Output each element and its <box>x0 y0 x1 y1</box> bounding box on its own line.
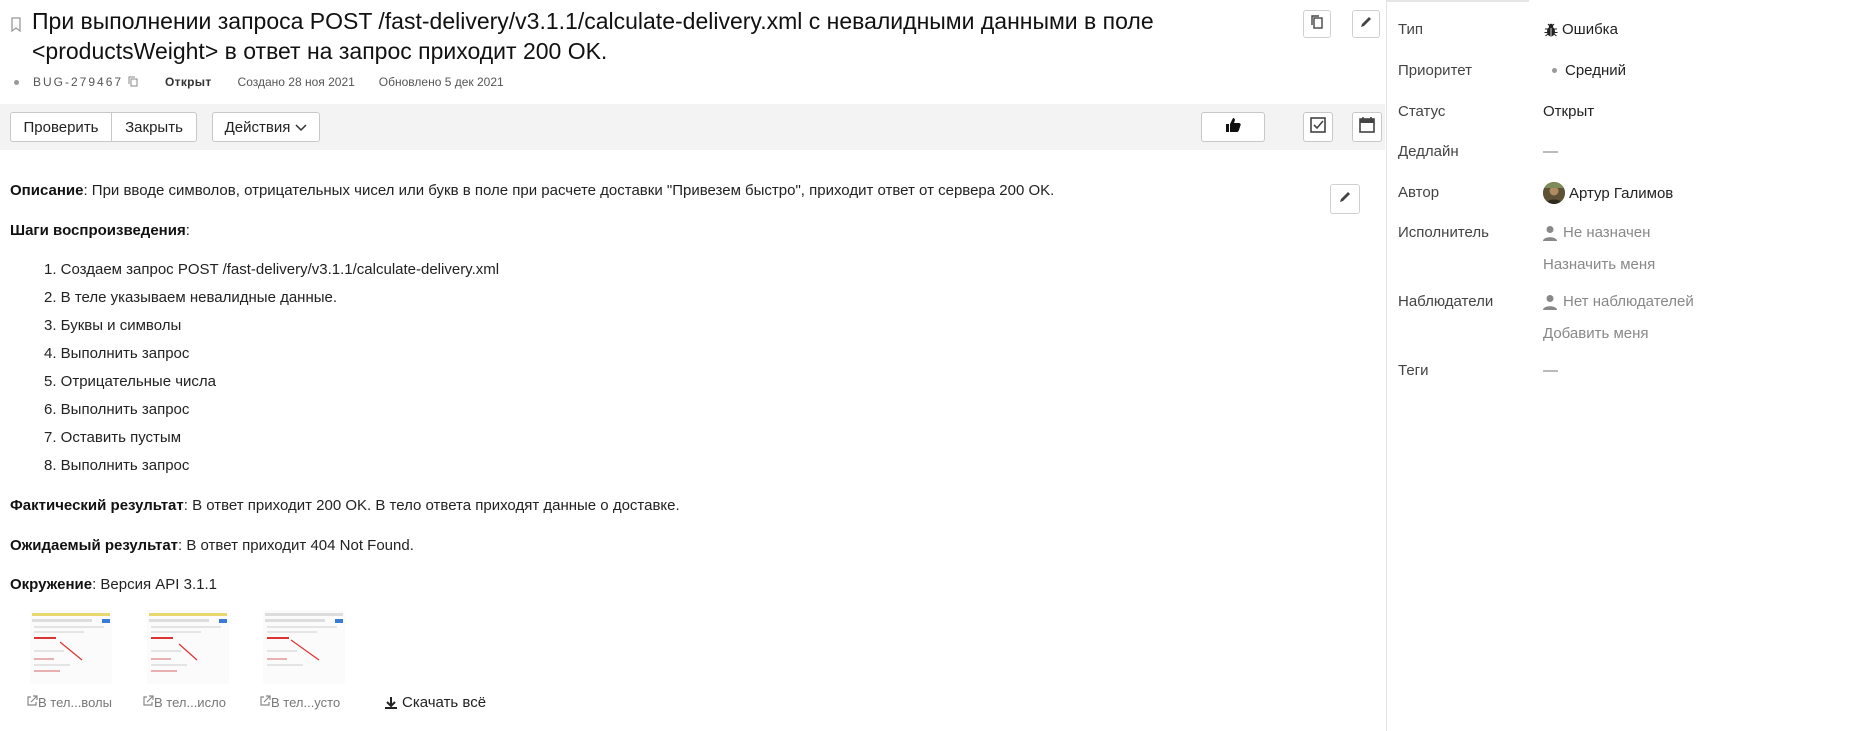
steps-heading: Шаги воспроизведения: <box>10 222 190 239</box>
steps-colon: : <box>185 222 190 239</box>
tags-value[interactable]: — <box>1543 362 1558 379</box>
check-button[interactable]: Проверить <box>10 112 112 142</box>
copy-icon <box>1309 14 1325 35</box>
updated-date: Обновлено 5 дек 2021 <box>378 75 504 89</box>
expected-text: : В ответ приходит 404 Not Found. <box>178 537 414 554</box>
edit-title-button[interactable] <box>1352 10 1380 38</box>
expected-label: Ожидаемый результат <box>10 537 179 554</box>
actual-result: Фактический результат: В ответ приходит … <box>10 497 680 514</box>
assignee-field[interactable]: Не назначен <box>1543 224 1650 241</box>
deadline-value[interactable]: — <box>1543 143 1558 160</box>
bookmark-icon[interactable] <box>10 17 22 33</box>
priority-label: Приоритет <box>1398 62 1472 79</box>
assign-me-link[interactable]: Назначить меня <box>1543 256 1655 273</box>
pencil-icon <box>1337 189 1353 210</box>
description-paragraph: Описание: При вводе символов, отрицатель… <box>10 182 1054 199</box>
issue-key[interactable]: BUG-279467 <box>33 75 123 89</box>
author-label: Автор <box>1398 184 1440 201</box>
list-item: 3. Буквы и символы <box>44 317 182 334</box>
issue-main: При выполнении запроса POST /fast-delive… <box>0 0 1385 731</box>
type-field[interactable]: Ошибка <box>1543 21 1618 38</box>
download-icon <box>384 696 398 710</box>
actual-text: : В ответ приходит 200 OK. В тело ответа… <box>183 497 680 514</box>
checkbox-icon <box>1309 116 1327 138</box>
priority-dot <box>14 79 19 85</box>
attachment-link[interactable]: В тел...волы <box>26 695 112 710</box>
priority-field[interactable]: Средний <box>1552 62 1626 79</box>
download-all-link[interactable]: Скачать всё <box>384 694 486 711</box>
list-item: 4. Выполнить запрос <box>44 345 190 362</box>
watchers-field[interactable]: Нет наблюдателей <box>1543 293 1694 310</box>
list-item: 6. Выполнить запрос <box>44 401 190 418</box>
external-link-icon <box>142 695 154 710</box>
steps-list: 1. Создаем запрос POST /fast-delivery/v3… <box>44 261 499 485</box>
download-all-label: Скачать всё <box>402 694 487 711</box>
external-link-icon <box>259 695 271 710</box>
priority-value: Средний <box>1565 62 1626 79</box>
actions-label: Действия <box>224 118 291 136</box>
assignee-label: Исполнитель <box>1398 224 1489 241</box>
expected-result: Ожидаемый результат: В ответ приходит 40… <box>10 537 414 554</box>
attachment-link[interactable]: В тел...исло <box>142 695 226 710</box>
close-button[interactable]: Закрыть <box>111 112 197 142</box>
actions-dropdown[interactable]: Действия <box>212 112 320 142</box>
watchers-value: Нет наблюдателей <box>1563 293 1694 310</box>
external-link-icon <box>26 695 38 710</box>
action-toolbar: Проверить Закрыть Действия <box>0 104 1385 150</box>
status-value[interactable]: Открыт <box>1543 103 1594 120</box>
description-label: Описание <box>10 182 84 199</box>
checklist-button[interactable] <box>1303 112 1333 142</box>
sidebar-tab-indicator <box>1387 0 1529 2</box>
author-value: Артур Галимов <box>1569 184 1674 202</box>
attachment-thumbnail[interactable] <box>30 610 112 684</box>
avatar <box>1543 182 1565 204</box>
issue-title: При выполнении запроса POST /fast-delive… <box>32 8 1154 64</box>
person-icon <box>1543 294 1557 310</box>
type-value: Ошибка <box>1562 21 1618 38</box>
status-label: Статус <box>1398 103 1446 120</box>
copy-icon[interactable] <box>127 76 139 88</box>
status-badge: Открыт <box>165 75 212 89</box>
edit-description-button[interactable] <box>1330 184 1360 214</box>
tags-label: Теги <box>1398 362 1429 379</box>
attachment-thumbnail[interactable] <box>147 610 229 684</box>
list-item: 2. В теле указываем невалидные данные. <box>44 289 338 306</box>
issue-meta: BUG-279467 Открыт Создано 28 ноя 2021 Об… <box>14 75 504 89</box>
copy-link-button[interactable] <box>1303 10 1331 38</box>
calendar-button[interactable] <box>1352 112 1382 142</box>
list-item: 5. Отрицательные числа <box>44 373 217 390</box>
author-field[interactable]: Артур Галимов <box>1543 182 1673 204</box>
list-item: 8. Выполнить запрос <box>44 457 190 474</box>
priority-dot <box>1552 68 1557 73</box>
person-icon <box>1543 225 1557 241</box>
description-text: : При вводе символов, отрицательных чисе… <box>83 182 1055 199</box>
calendar-icon <box>1358 116 1376 138</box>
deadline-label: Дедлайн <box>1398 143 1459 160</box>
actual-label: Фактический результат <box>10 497 184 514</box>
environment: Окружение: Версия API 3.1.1 <box>10 576 217 593</box>
thumbs-up-icon <box>1224 116 1242 138</box>
environment-text: : Версия API 3.1.1 <box>92 576 217 593</box>
type-label: Тип <box>1398 21 1424 38</box>
watchers-label: Наблюдатели <box>1398 293 1494 310</box>
attachment-link[interactable]: В тел...усто <box>259 695 340 710</box>
add-me-link[interactable]: Добавить меня <box>1543 325 1649 342</box>
environment-label: Окружение <box>10 576 93 593</box>
attachment-thumbnail[interactable] <box>263 610 345 684</box>
attachment-name: В тел...исло <box>154 695 227 710</box>
like-button[interactable] <box>1201 112 1265 142</box>
list-item: 1. Создаем запрос POST /fast-delivery/v3… <box>44 261 500 278</box>
bug-icon <box>1543 22 1559 38</box>
properties-sidebar <box>1386 0 1849 731</box>
assignee-value: Не назначен <box>1563 224 1651 241</box>
steps-label: Шаги воспроизведения <box>10 222 186 239</box>
attachment-name: В тел...волы <box>38 695 112 710</box>
pencil-icon <box>1358 14 1374 35</box>
chevron-down-icon <box>295 119 307 136</box>
attachment-name: В тел...усто <box>271 695 341 710</box>
list-item: 7. Оставить пустым <box>44 429 182 446</box>
created-date: Создано 28 ноя 2021 <box>237 75 355 89</box>
